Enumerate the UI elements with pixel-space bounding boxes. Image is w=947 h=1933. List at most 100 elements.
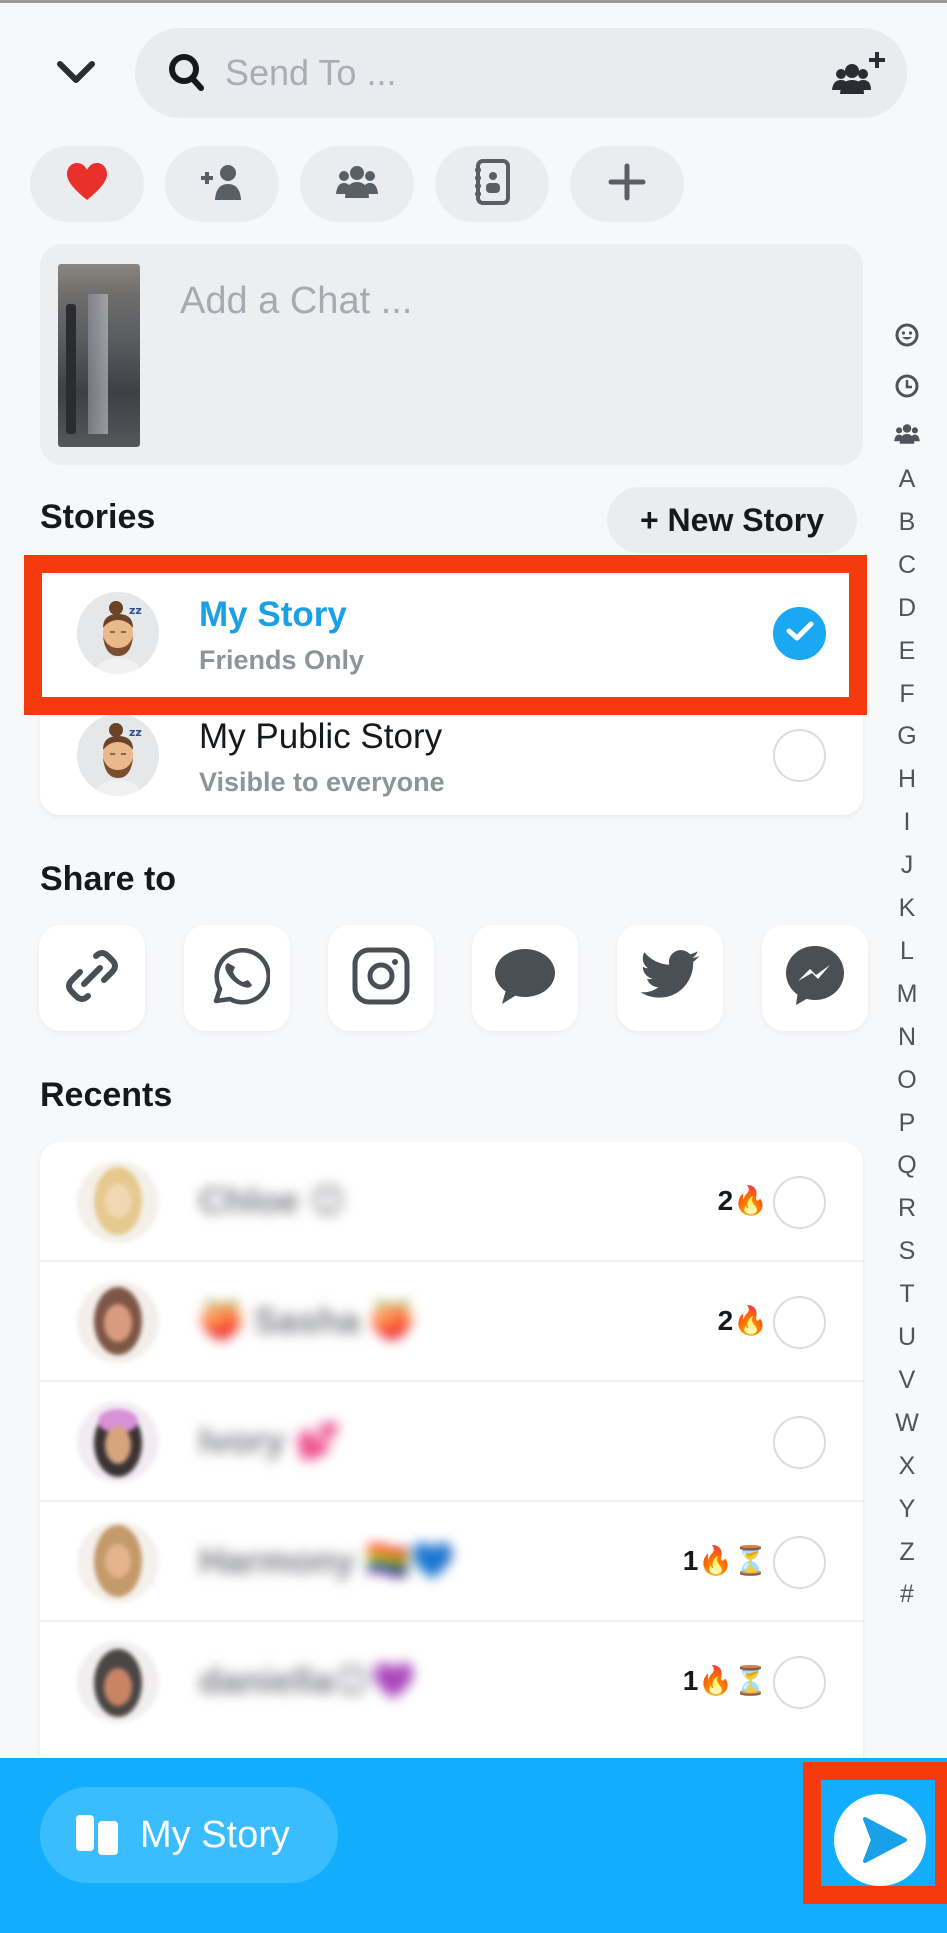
svg-text:zz: zz [129,604,142,617]
share-twitter-button[interactable] [617,925,723,1031]
bitmoji-avatar: zz [77,592,159,674]
link-icon [60,944,124,1013]
friend-name: Chloe 😊 [199,1180,347,1221]
recents-list: Chloe 😊 2🔥 🍑 Sasha 🍑 2🔥 Ivory 💕 Harmony … [40,1142,863,1782]
friend-name: 🍑 Sasha 🍑 [199,1300,415,1341]
index-letter[interactable]: P [880,1109,934,1138]
index-letter[interactable]: L [880,937,934,966]
story-row-public-story[interactable]: zz My Public Story Visible to everyone [40,695,863,815]
selected-recipients-pill[interactable]: My Story [40,1787,338,1883]
index-letter[interactable]: O [880,1066,934,1095]
index-letter[interactable]: M [880,980,934,1009]
share-to-heading: Share to [40,860,177,898]
filter-contacts-button[interactable] [435,146,549,222]
friend-name: daniella😊💜 [199,1660,416,1701]
story-select-checkbox[interactable] [773,729,826,782]
recents-heading: Recents [40,1076,173,1114]
message-bubble-icon [492,946,558,1011]
share-messenger-button[interactable] [762,925,868,1031]
add-friend-icon [199,162,245,207]
friend-name: Harmony 🏳️‍🌈💙 [199,1540,455,1581]
index-letter[interactable]: Q [880,1151,934,1180]
stories-icon [74,1813,120,1857]
filter-groups-button[interactable] [300,146,414,222]
index-letter[interactable]: K [880,894,934,923]
share-copy-link-button[interactable] [39,925,145,1031]
share-instagram-button[interactable] [328,925,434,1031]
index-letter[interactable]: Z [880,1538,934,1567]
add-chat-placeholder: Add a Chat ... [180,280,413,322]
streak-count: 2🔥 [717,1305,768,1336]
friend-avatar [77,1401,159,1483]
recent-row[interactable]: 🍑 Sasha 🍑 2🔥 [40,1262,863,1382]
share-whatsapp-button[interactable] [184,925,290,1031]
recent-row[interactable]: daniella😊💜 1🔥⏳ [40,1622,863,1742]
twitter-icon [638,948,702,1009]
index-letter[interactable]: C [880,551,934,580]
group-add-icon[interactable] [827,46,887,102]
search-icon [167,53,207,93]
bitmoji-avatar: zz [77,714,159,796]
plus-icon [607,162,647,207]
filter-more-button[interactable] [570,146,684,222]
heart-icon [65,162,109,207]
friend-select-checkbox[interactable] [773,1176,826,1229]
friend-select-checkbox[interactable] [773,1296,826,1349]
friend-avatar [77,1641,159,1723]
index-letter[interactable]: # [880,1580,934,1609]
index-letter[interactable]: I [880,808,934,837]
friend-select-checkbox[interactable] [773,1656,826,1709]
snap-thumbnail [58,264,140,447]
contacts-book-icon [472,158,512,211]
filter-add-friend-button[interactable] [165,146,279,222]
index-letter[interactable]: U [880,1323,934,1352]
friend-name: Ivory 💕 [199,1420,340,1461]
recent-row[interactable]: Ivory 💕 [40,1382,863,1502]
index-letter[interactable]: B [880,508,934,537]
index-letter[interactable]: H [880,765,934,794]
whatsapp-icon [204,943,271,1014]
index-letter[interactable]: S [880,1237,934,1266]
index-letter[interactable]: W [880,1409,934,1438]
filter-best-friends-button[interactable] [30,146,144,222]
index-letter[interactable]: V [880,1366,934,1395]
story-title: My Public Story [199,717,443,756]
stories-heading: Stories [40,498,156,536]
search-input[interactable] [225,52,745,94]
index-letter[interactable]: N [880,1023,934,1052]
index-groups-icon[interactable] [888,419,926,449]
story-select-checkbox[interactable] [773,607,826,660]
chevron-down-icon [56,60,96,91]
recent-row[interactable]: Harmony 🏳️‍🌈💙 1🔥⏳ [40,1502,863,1622]
friend-avatar [77,1281,159,1363]
stories-list: zz My Story Friends Only zz My Public St… [40,573,863,815]
share-messages-button[interactable] [472,925,578,1031]
index-smiley-icon[interactable] [888,320,926,350]
streak-count: 1🔥⏳ [682,1545,768,1576]
search-bar[interactable] [135,28,907,118]
index-letter[interactable]: E [880,637,934,666]
checkmark-icon [786,620,814,647]
friend-avatar [77,1161,159,1243]
index-letter[interactable]: X [880,1452,934,1481]
recent-row[interactable]: Chloe 😊 2🔥 [40,1142,863,1262]
index-letter[interactable]: A [880,465,934,494]
story-row-my-story[interactable]: zz My Story Friends Only [40,573,863,693]
collapse-button[interactable] [48,52,104,98]
add-chat-box[interactable]: Add a Chat ... [40,244,863,465]
status-divider [0,0,947,3]
index-letter[interactable]: G [880,722,934,751]
story-subtitle: Friends Only [199,645,365,675]
send-button[interactable] [834,1794,926,1886]
index-letter[interactable]: F [880,680,934,709]
index-letter[interactable]: D [880,594,934,623]
send-arrow-icon [859,1815,909,1865]
index-clock-icon[interactable] [888,371,926,401]
index-letter[interactable]: Y [880,1495,934,1524]
friend-select-checkbox[interactable] [773,1536,826,1589]
friend-select-checkbox[interactable] [773,1416,826,1469]
index-letter[interactable]: J [880,851,934,880]
new-story-button[interactable]: + New Story [607,487,857,553]
index-letter[interactable]: T [880,1280,934,1309]
index-letter[interactable]: R [880,1194,934,1223]
